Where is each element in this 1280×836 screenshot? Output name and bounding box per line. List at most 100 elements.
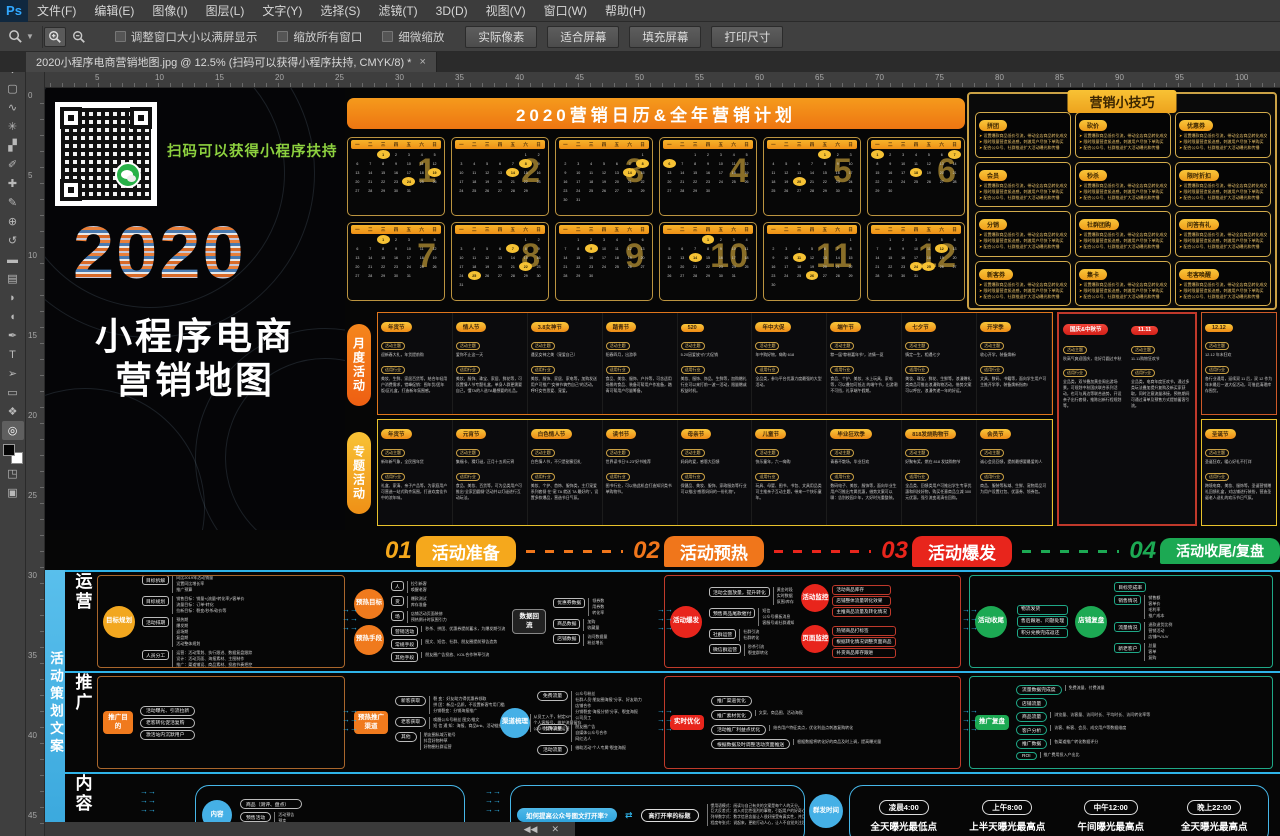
phase-04: 04活动收尾/复盘: [1129, 537, 1280, 565]
blur-tool[interactable]: ◗: [2, 288, 24, 307]
plan-cell-0-2: 活动爆发活动全面放量，提升转化黄金时段实时数据氛围/库存预售商品尾款催付短信公众…: [664, 575, 961, 668]
option-checkbox[interactable]: 缩放所有窗口: [277, 29, 362, 45]
option-button-打印尺寸[interactable]: 打印尺寸: [711, 26, 783, 48]
ruler-corner: [26, 72, 45, 88]
document-canvas[interactable]: 扫码可以获得小程序扶持 2020 小程序电商 营销地图 2020营销日历&全年营…: [45, 88, 1280, 836]
phase-02: 02活动预热: [633, 536, 764, 567]
calendar-month-5: 一二三四五六日512345678910111213141516171819202…: [763, 137, 861, 216]
tip-card-问答有礼: 问答有礼➤ 设置爆款商品低价引流，带动全店商品转化成交➤ 限时限量营造紧迫感，刺…: [1175, 211, 1271, 257]
history-brush-tool[interactable]: ↺: [2, 231, 24, 250]
gradient-tool[interactable]: ▤: [2, 269, 24, 288]
checkbox-icon[interactable]: [382, 31, 393, 42]
phase-band: 01活动准备02活动预热03活动爆发04活动收尾/复盘: [45, 534, 1280, 568]
plan-cell-1-1: 渠道梳理免费流量公众号粉丝社群人员“朋友圈海报”分享、好友助力店铺合作分销裂变“…: [495, 681, 655, 764]
option-button-填充屏幕[interactable]: 填充屏幕: [629, 26, 701, 48]
tip-card-新客券: 新客券➤ 设置爆款商品低价引流，带动全店商品转化成交➤ 限时限量营造紧迫感，刺激…: [975, 261, 1071, 307]
healing-brush-tool[interactable]: ✚: [2, 174, 24, 193]
pen-tool[interactable]: ✒: [2, 326, 24, 345]
lasso-tool[interactable]: ∿: [2, 98, 24, 117]
option-checkbox[interactable]: 调整窗口大小以满屏显示: [115, 29, 258, 45]
document-tab[interactable]: 2020小程序电商营销地图.jpg @ 12.5% (扫码可以获得小程序扶持, …: [26, 52, 437, 72]
phase-03: 03活动爆发: [881, 536, 1012, 567]
festival-card-年中大促: 年中大促活动主题年中购好物，嗨购 618适用行业全品类，参与平台优惠力度最强的大…: [752, 313, 827, 414]
zoom-out-button[interactable]: [68, 27, 90, 47]
foreground-color-swatch[interactable]: [3, 444, 15, 456]
magic-wand-tool[interactable]: ✳: [2, 117, 24, 136]
plan-cell-0-3: 活动收尾物流发货售后跟进、问题处理积分兑换完成返还店铺复盘目标完成率销售情况销售…: [969, 575, 1273, 668]
box-1212: 12.12活动主题12.12 年末狂欢适用行业各行业通用，延续双 11 后，双 …: [1201, 312, 1277, 415]
marquee-tool[interactable]: ▢: [2, 79, 24, 98]
option-button-实际像素[interactable]: 实际像素: [465, 26, 537, 48]
festival-card-白色情人节: 白色情人节活动主题白色情人节，不只是甜蜜回礼适用行业美妆、个护、首饰、服饰类，主…: [528, 420, 603, 525]
checkbox-label: 缩放所有窗口: [293, 29, 362, 45]
menu-视图(V)[interactable]: 视图(V): [477, 0, 535, 22]
special-row: 年货节活动主题新年新气象，全民囤年货适用行业礼盒、家清、亲子产品等，为家庭用户可…: [377, 419, 1053, 526]
collapse-icon[interactable]: ◀◀: [524, 824, 538, 835]
dodge-tool[interactable]: ◖: [2, 307, 24, 326]
eyedropper-tool[interactable]: ✐: [2, 155, 24, 174]
tip-card-社群团购: 社群团购➤ 设置爆款商品低价引流，带动全店商品转化成交➤ 限时限量营造紧迫感，刺…: [1075, 211, 1171, 257]
tip-card-拼团: 拼团➤ 设置爆款商品低价引流，带动全店商品转化成交➤ 限时限量营造紧迫感，刺激用…: [975, 112, 1071, 158]
tips-title-ribbon: 营销小技巧: [1067, 90, 1176, 113]
poster-left-panel: 扫码可以获得小程序扶持 2020 小程序电商 营销地图: [45, 88, 345, 530]
menu-图层(L)[interactable]: 图层(L): [197, 0, 254, 22]
tip-card-限时折扣: 限时折扣➤ 设置爆款商品低价引流，带动全店商品转化成交➤ 限时限量营造紧迫感，刺…: [1175, 162, 1271, 208]
menu-3D(D)[interactable]: 3D(D): [427, 0, 477, 22]
path-select-tool[interactable]: ➢: [2, 364, 24, 383]
tip-label: 优惠券: [1179, 120, 1213, 131]
checkbox-label: 细微缩放: [398, 29, 444, 45]
calendar-month-11: 一二三四五六日111234567891011121314151617181920…: [763, 222, 861, 301]
menu-文字(Y)[interactable]: 文字(Y): [253, 0, 311, 22]
tip-card-集卡: 集卡➤ 设置爆款商品低价引流，带动全店商品转化成交➤ 限时限量营造紧迫感，刺激用…: [1075, 261, 1171, 307]
tab-close-icon[interactable]: ×: [419, 56, 425, 68]
option-checkbox[interactable]: 细微缩放: [382, 29, 444, 45]
color-swatches[interactable]: [3, 444, 23, 464]
clone-stamp-tool[interactable]: ⊕: [2, 212, 24, 231]
shape-tool[interactable]: ▭: [2, 383, 24, 402]
zoom-tool[interactable]: ◎: [2, 421, 24, 440]
crop-tool[interactable]: ▞: [2, 136, 24, 155]
zoom-in-button[interactable]: [44, 27, 66, 47]
row-label-推广: 推广: [69, 673, 95, 772]
calendar-month-7: 一二三四五六日712345678910111213141516171819202…: [347, 222, 445, 301]
tip-label: 会员: [979, 170, 1007, 181]
menu-文件(F)[interactable]: 文件(F): [28, 0, 85, 22]
plan-vertical-strip: 活动策划文案: [45, 570, 65, 836]
options-bar: ▼ 调整窗口大小以满屏显示 缩放所有窗口 细微缩放 实际像素适合屏幕填充屏幕打印尺寸: [0, 22, 1280, 52]
document-tab-bar: 2020小程序电商营销地图.jpg @ 12.5% (扫码可以获得小程序扶持, …: [0, 52, 1280, 72]
vertical-ruler[interactable]: 051015202530354045: [26, 88, 45, 836]
plan-cell-0-0: 目标规划目标拆解同比2019年活动销量设置同比增长率推广预算目标规划销售目标：销…: [97, 575, 345, 668]
eraser-tool[interactable]: ▬: [2, 250, 24, 269]
brush-tool[interactable]: ✎: [2, 193, 24, 212]
option-button-适合屏幕[interactable]: 适合屏幕: [547, 26, 619, 48]
menu-选择(S)[interactable]: 选择(S): [311, 0, 369, 22]
type-tool[interactable]: T: [2, 345, 24, 364]
zoom-tool-preset[interactable]: ▼: [0, 26, 43, 48]
menu-帮助(H)[interactable]: 帮助(H): [596, 0, 655, 22]
poster-year: 2020: [73, 216, 333, 290]
document-tab-title: 2020小程序电商营销地图.jpg @ 12.5% (扫码可以获得小程序扶持, …: [36, 54, 411, 70]
national-day-1111-box: 国庆&中秋节活动主题秋高气爽迎国庆，花好月圆过中秋适用行业全品类，双节叠加黄金周…: [1057, 312, 1197, 526]
tip-label: 集卡: [1079, 269, 1107, 280]
screen-mode-icon[interactable]: ▣: [2, 483, 24, 502]
menu-编辑(E)[interactable]: 编辑(E): [85, 0, 143, 22]
close-icon[interactable]: ✕: [551, 824, 559, 835]
qr-code: [55, 102, 157, 206]
tip-label: 分销: [979, 219, 1007, 230]
checkbox-icon[interactable]: [277, 31, 288, 42]
photoshop-logo[interactable]: Ps: [0, 0, 28, 22]
special-activities-pill: 专题活动: [347, 432, 371, 514]
menu-窗口(W)[interactable]: 窗口(W): [535, 0, 596, 22]
calendar-month-2: 一二三四五六日212345678910111213141516171819202…: [451, 137, 549, 216]
menu-滤镜(T)[interactable]: 滤镜(T): [369, 0, 426, 22]
bottom-overlay-bar[interactable]: ◀◀ ✕: [45, 822, 575, 836]
tip-label: 社群团购: [1079, 219, 1119, 230]
hand-tool[interactable]: ❖: [2, 402, 24, 421]
calendar-month-12: 一二三四五六日121234567891011121314151617181920…: [867, 222, 965, 301]
quick-mask-icon[interactable]: ◳: [2, 464, 24, 483]
menu-图像(I)[interactable]: 图像(I): [143, 0, 196, 22]
checkbox-icon[interactable]: [115, 31, 126, 42]
tip-label: 限时折扣: [1179, 170, 1219, 181]
horizontal-ruler[interactable]: 5101520253035404550556065707580859095100: [45, 72, 1280, 88]
calendar-banner: 2020营销日历&全年营销计划: [347, 98, 965, 129]
